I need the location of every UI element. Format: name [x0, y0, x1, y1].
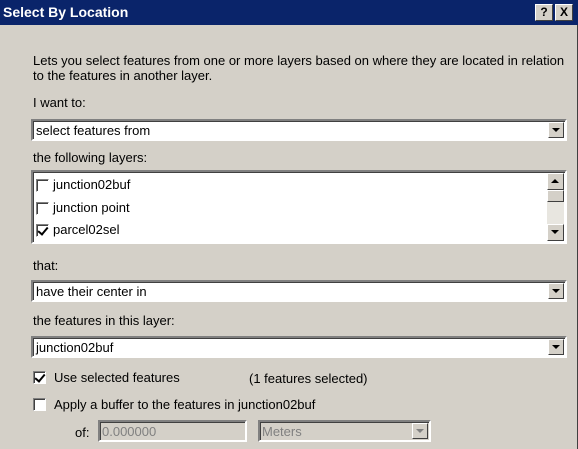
- buffer-units-dropdown-button[interactable]: [412, 423, 428, 439]
- source-layer-value: junction02buf: [36, 340, 114, 355]
- window-title: Select By Location: [3, 4, 129, 20]
- scroll-up-button[interactable]: [547, 173, 564, 190]
- chevron-up-icon: [551, 179, 559, 183]
- spatial-relation-dropdown-button[interactable]: [548, 283, 564, 299]
- layers-scrollbar[interactable]: [547, 173, 564, 241]
- selection-method-value: select features from: [36, 123, 151, 138]
- that-label: that:: [33, 258, 59, 273]
- target-layers-list[interactable]: junction02buf junction point parcel02sel: [31, 170, 567, 244]
- selected-count-text: (1 features selected): [249, 371, 368, 386]
- title-bar[interactable]: Select By Location ? X: [0, 0, 578, 25]
- source-layer-dropdown[interactable]: junction02buf: [31, 336, 567, 358]
- help-button[interactable]: ?: [535, 4, 553, 21]
- buffer-distance-input[interactable]: 0.000000: [98, 420, 247, 442]
- select-by-location-dialog: Select By Location ? X Lets you select f…: [0, 0, 578, 449]
- chevron-down-icon: [551, 230, 559, 234]
- layer-item-label: junction point: [53, 200, 130, 215]
- apply-buffer-checkbox[interactable]: [33, 398, 46, 411]
- source-layer-dropdown-button[interactable]: [548, 339, 564, 355]
- selection-method-dropdown-button[interactable]: [548, 122, 564, 138]
- source-layer-label: the features in this layer:: [33, 313, 175, 328]
- layer-checkbox-junction-point[interactable]: [36, 202, 49, 215]
- scroll-thumb[interactable]: [547, 190, 564, 202]
- use-selected-features-checkbox[interactable]: [33, 371, 46, 384]
- layer-item-label: junction02buf: [53, 177, 131, 192]
- scroll-down-button[interactable]: [547, 224, 564, 241]
- buffer-units-dropdown[interactable]: Meters: [258, 420, 431, 442]
- chevron-down-icon: [552, 289, 560, 293]
- layer-checkbox-junction02buf[interactable]: [36, 179, 49, 192]
- chevron-down-icon: [552, 345, 560, 349]
- apply-buffer-label: Apply a buffer to the features in juncti…: [54, 397, 316, 412]
- i-want-to-label: I want to:: [33, 95, 86, 110]
- spatial-relation-value: have their center in: [36, 284, 147, 299]
- buffer-distance-value: 0.000000: [102, 424, 157, 439]
- buffer-units-value: Meters: [262, 424, 302, 439]
- selection-method-dropdown[interactable]: select features from: [31, 119, 567, 141]
- layer-checkbox-parcel02sel[interactable]: [36, 224, 49, 237]
- use-selected-features-label: Use selected features: [54, 370, 180, 385]
- layer-item-label: parcel02sel: [53, 222, 120, 237]
- chevron-down-icon: [416, 429, 424, 433]
- layers-label: the following layers:: [33, 150, 148, 165]
- close-button[interactable]: X: [555, 4, 573, 21]
- buffer-of-label: of:: [75, 425, 90, 440]
- dialog-description: Lets you select features from one or mor…: [33, 53, 565, 83]
- spatial-relation-dropdown[interactable]: have their center in: [31, 280, 567, 302]
- chevron-down-icon: [552, 128, 560, 132]
